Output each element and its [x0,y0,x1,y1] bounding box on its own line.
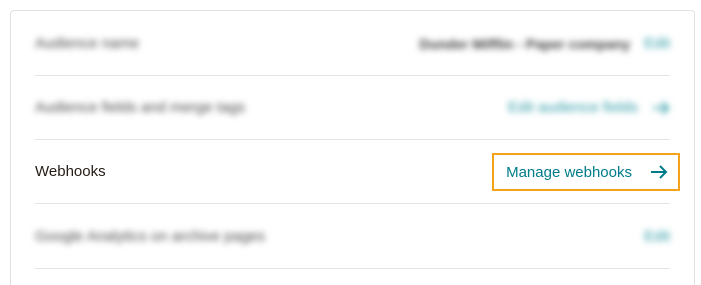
edit-audience-name-link[interactable]: Edit [644,35,670,52]
edit-google-analytics-link[interactable]: Edit [644,228,670,245]
audience-settings-card: Audience name Dunder Mifflin - Paper com… [10,10,695,285]
edit-audience-fields-link[interactable]: Edit audience fields [508,99,638,116]
row-actions: Dunder Mifflin - Paper company Edit [419,35,670,52]
row-label: Audience fields and merge tags [35,99,246,116]
settings-row-google-analytics: Google Analytics on archive pages Edit [35,205,670,269]
settings-row-webhooks: Webhooks Manage webhooks [35,140,680,204]
manage-webhooks-button[interactable]: Manage webhooks [492,153,680,191]
row-actions: Edit audience fields [508,99,670,116]
settings-row-audience-fields: Audience fields and merge tags Edit audi… [35,76,670,140]
webhooks-label: Webhooks [35,163,106,180]
row-actions: Edit [644,228,670,245]
audience-name-value: Dunder Mifflin - Paper company [419,35,631,52]
settings-row-audience-name: Audience name Dunder Mifflin - Paper com… [35,12,670,76]
arrow-right-icon[interactable] [652,100,670,116]
row-label: Audience name [35,35,140,52]
manage-webhooks-link[interactable]: Manage webhooks [506,164,632,181]
arrow-right-icon[interactable] [650,164,668,180]
row-label: Google Analytics on archive pages [35,228,266,245]
